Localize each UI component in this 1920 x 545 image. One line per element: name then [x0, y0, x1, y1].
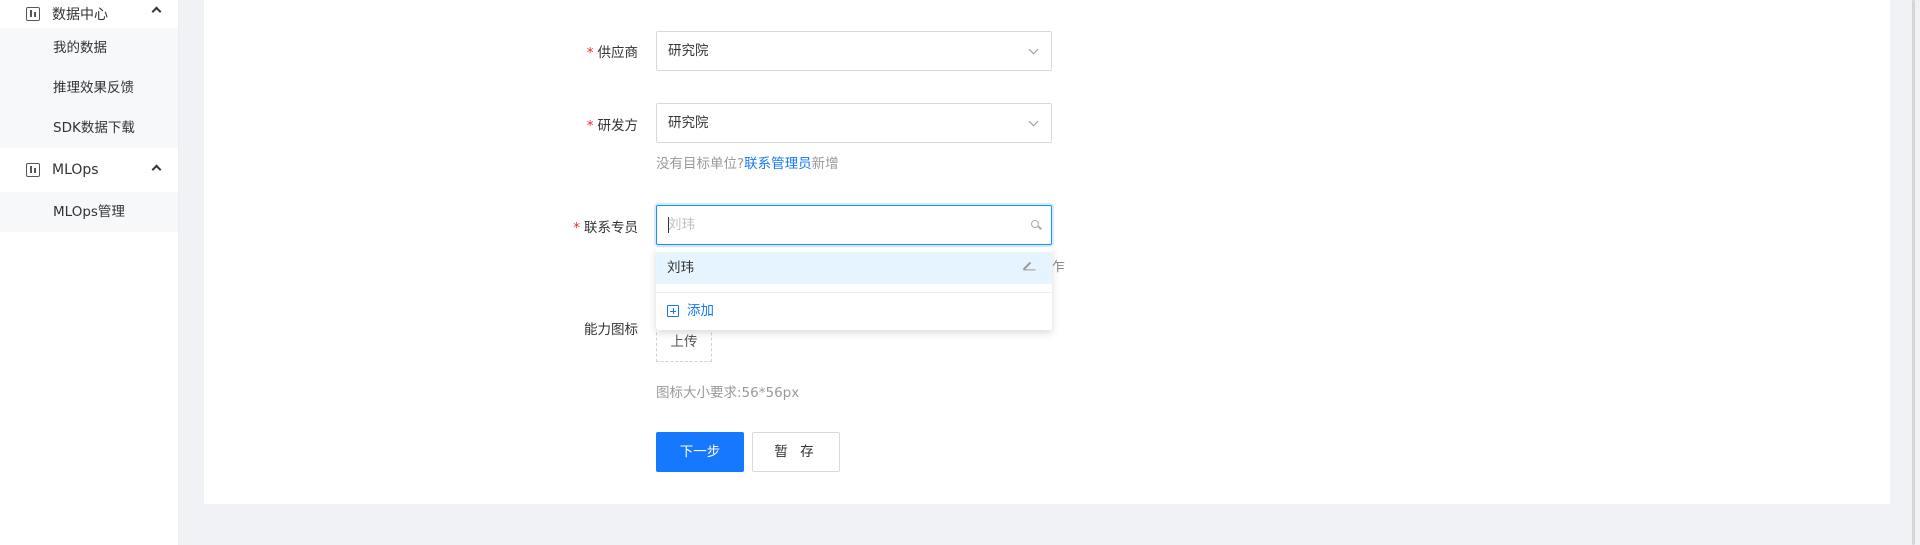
contact-search-input[interactable] [656, 205, 1052, 245]
mlops-icon [26, 163, 40, 177]
sidebar-group-label: MLOps [52, 162, 99, 178]
edit-icon[interactable] [1022, 261, 1032, 271]
required-mark: * [586, 118, 594, 134]
upload-button[interactable]: 上传 [656, 327, 712, 362]
org-hint: 没有目标单位?联系管理员新增 [656, 156, 839, 172]
supplier-label: * 供应商 [586, 45, 638, 61]
contact-input[interactable] [668, 206, 1008, 244]
chevron-up-icon[interactable] [151, 164, 162, 175]
developer-select[interactable]: 研究院 [656, 103, 1052, 143]
contact-dropdown: 刘玮 添加 [656, 248, 1052, 330]
required-mark: * [573, 220, 580, 236]
icon-label: 能力图标 [584, 322, 638, 338]
developer-label: * 研发方 [586, 118, 638, 134]
save-draft-button[interactable]: 暂 存 [752, 432, 840, 472]
next-step-button[interactable]: 下一步 [656, 432, 744, 472]
data-center-icon [26, 7, 40, 21]
scrollbar[interactable] [1912, 0, 1918, 545]
add-contact-button[interactable]: 添加 [656, 293, 1052, 329]
sidebar-item-sdk-download[interactable]: SDK数据下载 [0, 108, 178, 148]
chevron-up-icon[interactable] [151, 6, 162, 17]
icon-size-hint: 图标大小要求:56*56px [656, 385, 800, 401]
sidebar-subitems: MLOps管理 [0, 192, 178, 232]
developer-value: 研究院 [668, 115, 709, 131]
sidebar-item-mlops-manage[interactable]: MLOps管理 [0, 192, 178, 232]
dropdown-option[interactable]: 刘玮 [656, 252, 1052, 284]
obscured-text: 乍 [1052, 260, 1066, 275]
sidebar-group-mlops[interactable]: MLOps [0, 148, 178, 192]
search-icon [1031, 220, 1039, 228]
sidebar: 数据中心 我的数据 推理效果反馈 SDK数据下载 MLOps MLOps管理 [0, 0, 179, 545]
supplier-value: 研究院 [668, 43, 709, 59]
text-caret [668, 217, 669, 233]
scrollbar-thumb[interactable] [1912, 0, 1915, 545]
sidebar-group-label: 数据中心 [52, 7, 108, 23]
sidebar-item-my-data[interactable]: 我的数据 [0, 28, 178, 68]
contact-admin-link[interactable]: 联系管理员 [744, 156, 812, 172]
contact-label: * 联系专员 [573, 220, 638, 236]
chevron-down-icon [1028, 116, 1039, 127]
sidebar-item-inference-feedback[interactable]: 推理效果反馈 [0, 68, 178, 108]
sidebar-subitems: 我的数据 推理效果反馈 SDK数据下载 [0, 28, 178, 148]
add-icon [667, 305, 679, 317]
sidebar-group-data-center[interactable]: 数据中心 [0, 0, 178, 28]
chevron-down-icon [1028, 44, 1039, 55]
required-mark: * [586, 45, 594, 61]
supplier-select[interactable]: 研究院 [656, 31, 1052, 71]
